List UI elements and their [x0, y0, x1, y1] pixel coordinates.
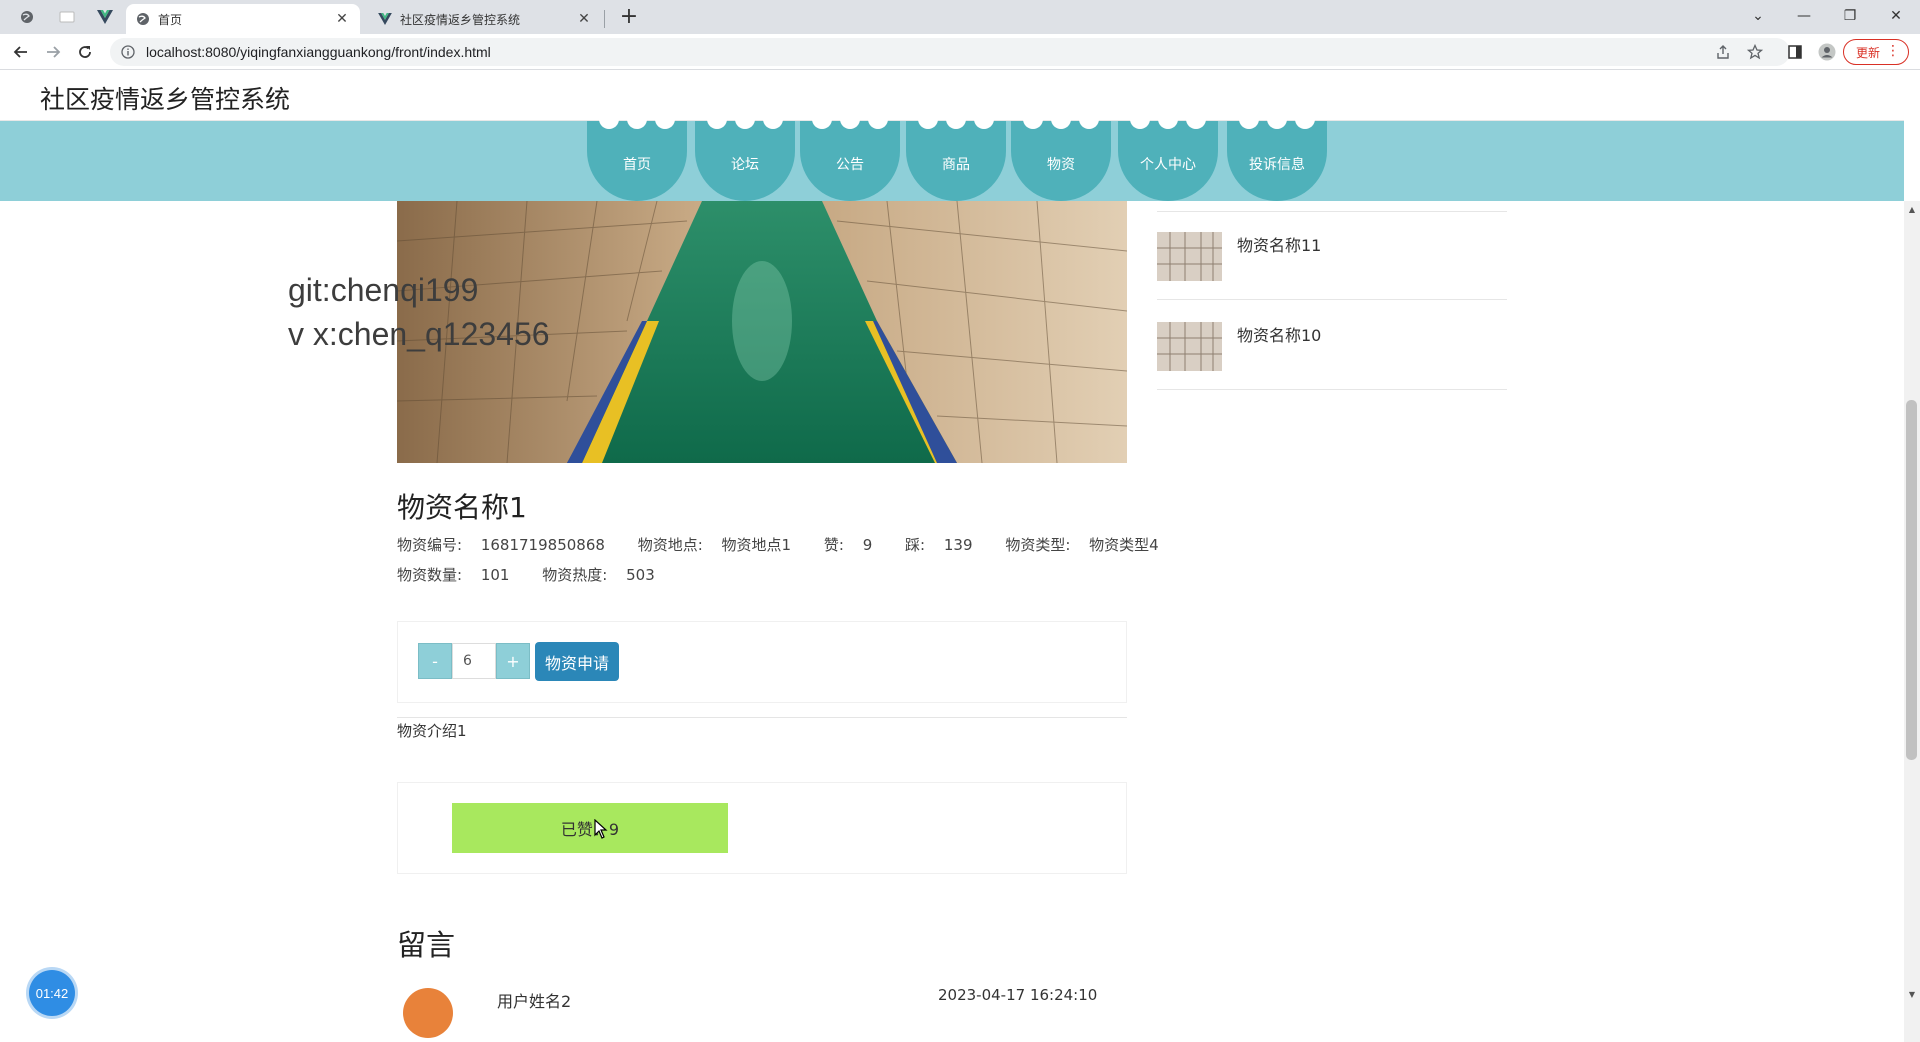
browser-tab-bar: 首页 ✕ 社区疫情返乡管控系统 ✕ + ⌄ — ❐ ✕ — [0, 0, 1920, 34]
bookmark-star-icon[interactable] — [1744, 41, 1766, 63]
globe-icon — [136, 12, 150, 26]
related-supplies-list: 物资名称11 物资名称10 — [1157, 210, 1507, 390]
update-label: 更新 — [1856, 45, 1881, 60]
reload-icon[interactable] — [74, 41, 96, 63]
new-tab-icon[interactable]: + — [617, 6, 641, 30]
supply-thumbnail[interactable] — [1157, 322, 1222, 371]
nav-complaints[interactable]: 投诉信息 — [1227, 115, 1327, 201]
tab-search-icon[interactable]: ⌄ — [1738, 4, 1778, 28]
site-header: 社区疫情返乡管控系统 — [0, 70, 1904, 121]
code-field: 物资编号: 1681719850868 — [397, 536, 605, 554]
dislikes-field: 踩: 139 — [905, 536, 973, 554]
list-item[interactable]: 物资名称10 — [1157, 300, 1507, 390]
scroll-down-icon[interactable]: ▼ — [1907, 990, 1917, 1000]
share-icon[interactable] — [1712, 41, 1734, 63]
watermark-line-1: git:chenqi199 — [288, 272, 479, 308]
forward-icon[interactable] — [42, 41, 64, 63]
nav-label: 物资 — [1047, 157, 1075, 173]
nav-supplies[interactable]: 物资 — [1011, 115, 1111, 201]
close-tab-icon[interactable]: ✕ — [334, 11, 350, 27]
nav-label: 商品 — [942, 157, 970, 173]
browser-toolbar: localhost:8080/yiqingfanxiangguankong/fr… — [0, 34, 1920, 70]
scroll-up-icon[interactable]: ▲ — [1907, 205, 1917, 215]
close-tab-icon[interactable]: ✕ — [576, 11, 592, 27]
decrement-button[interactable]: - — [418, 643, 452, 679]
nav-label: 首页 — [623, 157, 651, 173]
avatar — [403, 988, 453, 1038]
site-info-icon[interactable] — [120, 44, 136, 60]
list-item[interactable]: 物资名称11 — [1157, 210, 1507, 300]
recording-timer[interactable]: 01:42 — [29, 970, 75, 1016]
pinned-tab-vue-icon[interactable] — [96, 8, 114, 26]
tab-home[interactable]: 首页 ✕ — [126, 4, 360, 34]
apply-supplies-button[interactable]: 物资申请 — [535, 642, 619, 681]
watermark-line-2: v x:chen_q123456 — [288, 316, 550, 352]
product-intro: 物资介绍1 — [397, 722, 467, 740]
nav-home[interactable]: 首页 — [587, 115, 687, 201]
supply-thumbnail[interactable] — [1157, 232, 1222, 281]
address-bar[interactable]: localhost:8080/yiqingfanxiangguankong/fr… — [110, 38, 1790, 66]
dislikes-value: 139 — [943, 536, 973, 554]
watermark: git:chenqi199 v x:chen_q123456 — [288, 268, 550, 356]
type-value: 物资类型4 — [1089, 536, 1159, 554]
quantity-input[interactable]: 6 — [452, 643, 496, 679]
message-user-name: 用户姓名2 — [497, 992, 572, 1011]
scrollbar-thumb[interactable] — [1906, 400, 1917, 760]
close-window-icon[interactable]: ✕ — [1876, 4, 1916, 28]
site-title: 社区疫情返乡管控系统 — [40, 85, 291, 114]
tab-title: 首页 — [158, 12, 183, 27]
nav-notice[interactable]: 公告 — [800, 115, 900, 201]
tab-system[interactable]: 社区疫情返乡管控系统 ✕ — [368, 4, 602, 34]
likes-field: 赞: 9 — [823, 536, 873, 554]
section-divider — [397, 717, 1127, 718]
vue-icon — [378, 12, 392, 26]
nav-label: 论坛 — [731, 157, 759, 173]
url-text: localhost:8080/yiqingfanxiangguankong/fr… — [146, 44, 491, 60]
pinned-tab-blank-icon[interactable] — [58, 8, 76, 26]
product-meta-row-2: 物资数量: 101 物资热度: 503 — [397, 564, 683, 585]
side-panel-icon[interactable] — [1784, 41, 1806, 63]
location-field: 物资地点: 物资地点1 — [637, 536, 792, 554]
location-value: 物资地点1 — [721, 536, 792, 554]
liked-button[interactable]: 已赞：9 — [452, 803, 728, 853]
tab-separator — [604, 10, 605, 28]
product-title: 物资名称1 — [397, 491, 527, 524]
supply-name[interactable]: 物资名称10 — [1237, 322, 1321, 346]
heat-field: 物资热度: 503 — [542, 566, 655, 584]
profile-icon[interactable] — [1816, 41, 1838, 63]
messages-heading: 留言 — [397, 928, 456, 962]
tab-title: 社区疫情返乡管控系统 — [400, 12, 521, 27]
nav-personal-center[interactable]: 个人中心 — [1118, 115, 1218, 201]
nav-label: 投诉信息 — [1249, 157, 1305, 173]
back-icon[interactable] — [10, 41, 32, 63]
nav-label: 公告 — [836, 157, 864, 173]
quantity-field: 物资数量: 101 — [397, 566, 510, 584]
product-meta-row-1: 物资编号: 1681719850868 物资地点: 物资地点1 赞: 9 踩: … — [397, 534, 1187, 555]
mouse-cursor-icon — [594, 818, 608, 843]
quantity-value: 101 — [480, 566, 510, 584]
likes-value: 9 — [862, 536, 873, 554]
nav-goods[interactable]: 商品 — [906, 115, 1006, 201]
minimize-icon[interactable]: — — [1784, 4, 1824, 28]
supply-name[interactable]: 物资名称11 — [1237, 232, 1321, 256]
apply-panel: - 6 + 物资申请 — [397, 621, 1127, 703]
message-time: 2023-04-17 16:24:10 — [938, 986, 1098, 1004]
increment-button[interactable]: + — [496, 643, 530, 679]
nav-forum[interactable]: 论坛 — [695, 115, 795, 201]
heat-value: 503 — [626, 566, 655, 584]
nav-label: 个人中心 — [1140, 157, 1196, 173]
like-panel: 已赞：9 — [397, 782, 1127, 874]
type-field: 物资类型: 物资类型4 — [1005, 536, 1159, 554]
restore-icon[interactable]: ❐ — [1830, 4, 1870, 28]
code-value: 1681719850868 — [480, 536, 605, 554]
more-menu-icon[interactable]: ⋮ — [1886, 43, 1900, 59]
pinned-tab-globe-icon[interactable] — [18, 8, 36, 26]
update-button[interactable]: 更新 ⋮ — [1843, 39, 1909, 65]
main-nav: 首页 论坛 公告 商品 物资 个人中心 投诉信息 — [0, 115, 1904, 201]
